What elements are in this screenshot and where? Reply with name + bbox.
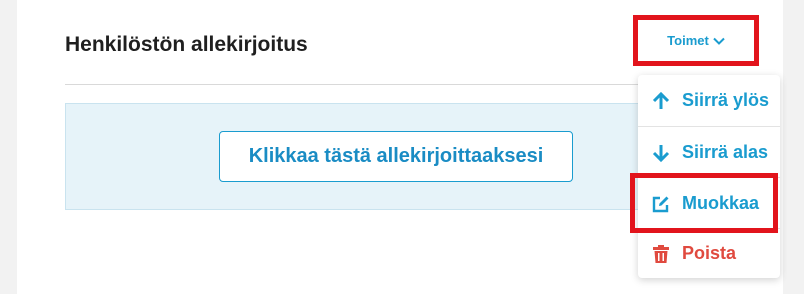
section-title: Henkilöstön allekirjoitus	[65, 33, 308, 56]
edit-icon	[650, 193, 672, 215]
menu-item-move-up[interactable]: Siirrä ylös	[638, 76, 780, 125]
actions-menu: Siirrä ylös Siirrä alas Muokkaa Poista	[638, 75, 780, 278]
menu-item-move-down[interactable]: Siirrä alas	[638, 128, 780, 177]
divider	[65, 84, 717, 85]
arrow-up-icon	[650, 90, 672, 112]
menu-item-label: Siirrä ylös	[682, 90, 770, 110]
actions-label: Toimet	[667, 33, 709, 48]
arrow-down-icon	[650, 142, 672, 164]
menu-item-delete[interactable]: Poista	[638, 229, 780, 278]
menu-item-edit[interactable]: Muokkaa	[638, 179, 780, 228]
chevron-down-icon	[713, 37, 725, 45]
menu-item-label: Poista	[682, 243, 737, 263]
trash-icon	[650, 243, 672, 265]
menu-divider	[638, 126, 780, 127]
menu-item-label: Muokkaa	[682, 193, 760, 213]
menu-item-label: Siirrä alas	[682, 142, 769, 162]
sign-button[interactable]: Klikkaa tästä allekirjoittaaksesi	[219, 131, 573, 182]
actions-dropdown-button[interactable]: Toimet	[633, 15, 759, 66]
menu-divider	[638, 177, 780, 178]
